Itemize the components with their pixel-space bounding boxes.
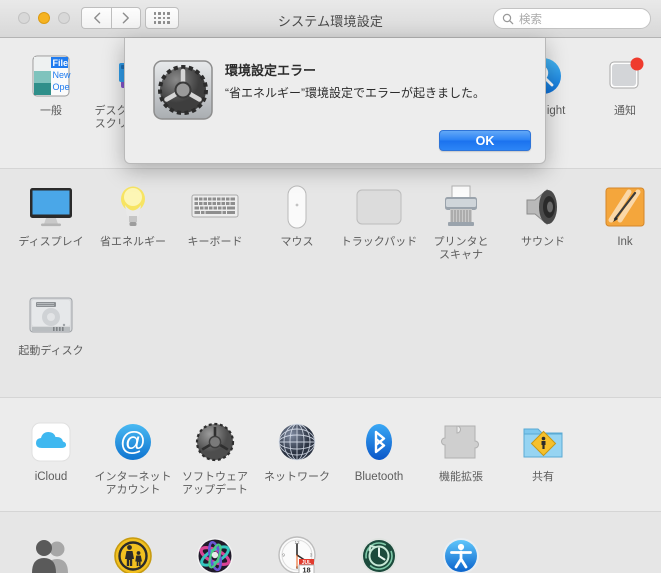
parental-controls-icon xyxy=(109,532,157,573)
trackpad-icon xyxy=(355,183,403,231)
puzzle-piece-icon xyxy=(437,418,485,466)
pref-pane-notifications[interactable]: 通知 xyxy=(584,44,661,144)
pref-pane-mouse[interactable]: マウス xyxy=(256,175,338,262)
pref-pane-label: マウス xyxy=(280,236,314,248)
sharing-folder-icon xyxy=(519,418,567,466)
pref-pane-label: ディスプレイ xyxy=(18,236,84,248)
section-hardware-row-2: 起動ディスク xyxy=(10,284,661,358)
pref-pane-label: サウンド xyxy=(521,236,565,248)
section-system-row: ユーザと グループ xyxy=(10,524,661,573)
pref-pane-extensions[interactable]: 機能拡張 xyxy=(420,410,502,497)
calendar-day: 18 xyxy=(302,566,310,573)
search-placeholder: 検索 xyxy=(519,13,542,26)
section-internet: iCloud @ インターネット アカウント ソフトウェア アップデート ネット… xyxy=(0,398,661,511)
pref-pane-sound[interactable]: サウンド xyxy=(502,175,584,262)
pref-pane-software-update[interactable]: ソフトウェア アップデート xyxy=(174,410,256,497)
search-icon xyxy=(502,13,514,24)
time-machine-icon xyxy=(355,532,403,573)
pref-pane-accessibility[interactable]: アクセシ ビリティ xyxy=(420,524,502,573)
pref-pane-general[interactable]: File New Ope 一般 xyxy=(10,44,92,144)
pref-pane-label: 共有 xyxy=(532,471,554,483)
pref-pane-icloud[interactable]: iCloud xyxy=(10,410,92,497)
pref-pane-label: トラックパッド xyxy=(340,236,418,248)
printer-icon xyxy=(437,183,485,231)
speaker-icon xyxy=(519,183,567,231)
system-preferences-window: システム環境設定 検索 File New Ope 一般 通知 ディスプレイ 省エ… xyxy=(0,0,661,573)
hard-disk-icon xyxy=(27,292,75,340)
error-dialog: 環境設定エラー “省エネルギー”環境設定でエラーが起きました。 OK xyxy=(124,38,546,164)
pref-pane-trackpad[interactable]: トラックパッド xyxy=(338,175,420,262)
section-hardware-row-1: ディスプレイ 省エネルギー キーボード マウス トラックパッド プリンタと スキ… xyxy=(10,175,661,262)
pref-pane-bluetooth[interactable]: Bluetooth xyxy=(338,410,420,497)
pref-pane-keyboard[interactable]: キーボード xyxy=(174,175,256,262)
globe-icon xyxy=(273,418,321,466)
svg-text:3: 3 xyxy=(310,553,313,558)
icloud-icon xyxy=(27,418,75,466)
pref-pane-internet-accounts[interactable]: @ インターネット アカウント xyxy=(92,410,174,497)
accessibility-icon xyxy=(437,532,485,573)
display-icon xyxy=(27,183,75,231)
notifications-icon xyxy=(601,52,649,100)
pref-pane-startup-disk[interactable]: 起動ディスク xyxy=(10,284,92,358)
siri-icon xyxy=(191,532,239,573)
users-icon xyxy=(27,532,75,573)
section-system: ユーザと グループ xyxy=(0,512,661,573)
lightbulb-icon xyxy=(109,183,157,231)
pref-pane-label: Bluetooth xyxy=(354,471,404,483)
pref-pane-displays[interactable]: ディスプレイ xyxy=(10,175,92,262)
search-field[interactable]: 検索 xyxy=(493,8,651,29)
pref-pane-label: 省エネルギー xyxy=(100,236,166,248)
pref-pane-label: 機能拡張 xyxy=(439,471,483,483)
svg-text:New: New xyxy=(53,70,72,80)
gear-icon xyxy=(191,418,239,466)
pref-pane-printers-scanners[interactable]: プリンタと スキャナ xyxy=(420,175,502,262)
section-internet-row: iCloud @ インターネット アカウント ソフトウェア アップデート ネット… xyxy=(10,410,661,497)
clock-calendar-icon: 123 69 JUL 18 xyxy=(273,532,321,573)
section-hardware: ディスプレイ 省エネルギー キーボード マウス トラックパッド プリンタと スキ… xyxy=(0,169,661,397)
general-icon: File New Ope xyxy=(27,52,75,100)
pref-pane-parental-controls[interactable]: ペアレンタル コントロール xyxy=(92,524,174,573)
pref-pane-time-machine[interactable]: Time Machine xyxy=(338,524,420,573)
pref-pane-sharing[interactable]: 共有 xyxy=(502,410,584,497)
svg-text:File: File xyxy=(53,58,69,68)
pref-pane-label: 起動ディスク xyxy=(18,345,84,357)
keyboard-icon xyxy=(191,183,239,231)
at-sign-icon: @ xyxy=(109,418,157,466)
pref-pane-label: 一般 xyxy=(40,105,62,117)
ink-icon xyxy=(601,183,649,231)
pref-pane-energy-saver[interactable]: 省エネルギー xyxy=(92,175,174,262)
pref-pane-ink[interactable]: Ink xyxy=(584,175,661,262)
svg-text:@: @ xyxy=(120,426,146,456)
svg-text:Ope: Ope xyxy=(53,82,70,92)
pref-pane-label: iCloud xyxy=(34,471,68,483)
gear-alert-icon xyxy=(153,60,213,120)
window-titlebar: システム環境設定 検索 xyxy=(0,0,661,38)
pref-pane-users-groups[interactable]: ユーザと グループ xyxy=(10,524,92,573)
pref-pane-label: ソフトウェア アップデート xyxy=(182,471,248,496)
svg-text:9: 9 xyxy=(282,553,285,558)
pref-pane-siri[interactable]: Siri xyxy=(174,524,256,573)
pref-pane-network[interactable]: ネットワーク xyxy=(256,410,338,497)
mouse-icon xyxy=(273,183,321,231)
dialog-message: “省エネルギー”環境設定でエラーが起きました。 xyxy=(225,86,485,100)
pref-pane-label: Ink xyxy=(617,236,633,248)
pref-pane-label: ネットワーク xyxy=(264,471,330,483)
pref-pane-label: プリンタと スキャナ xyxy=(433,236,489,261)
pref-pane-date-time[interactable]: 123 69 JUL 18 日付と時刻 xyxy=(256,524,338,573)
dialog-title: 環境設定エラー xyxy=(225,63,317,78)
pref-pane-label: 通知 xyxy=(614,105,636,117)
ok-button[interactable]: OK xyxy=(439,130,531,151)
bluetooth-icon xyxy=(355,418,403,466)
pref-pane-label: インターネット アカウント xyxy=(94,471,172,496)
pref-pane-label: キーボード xyxy=(187,236,243,248)
